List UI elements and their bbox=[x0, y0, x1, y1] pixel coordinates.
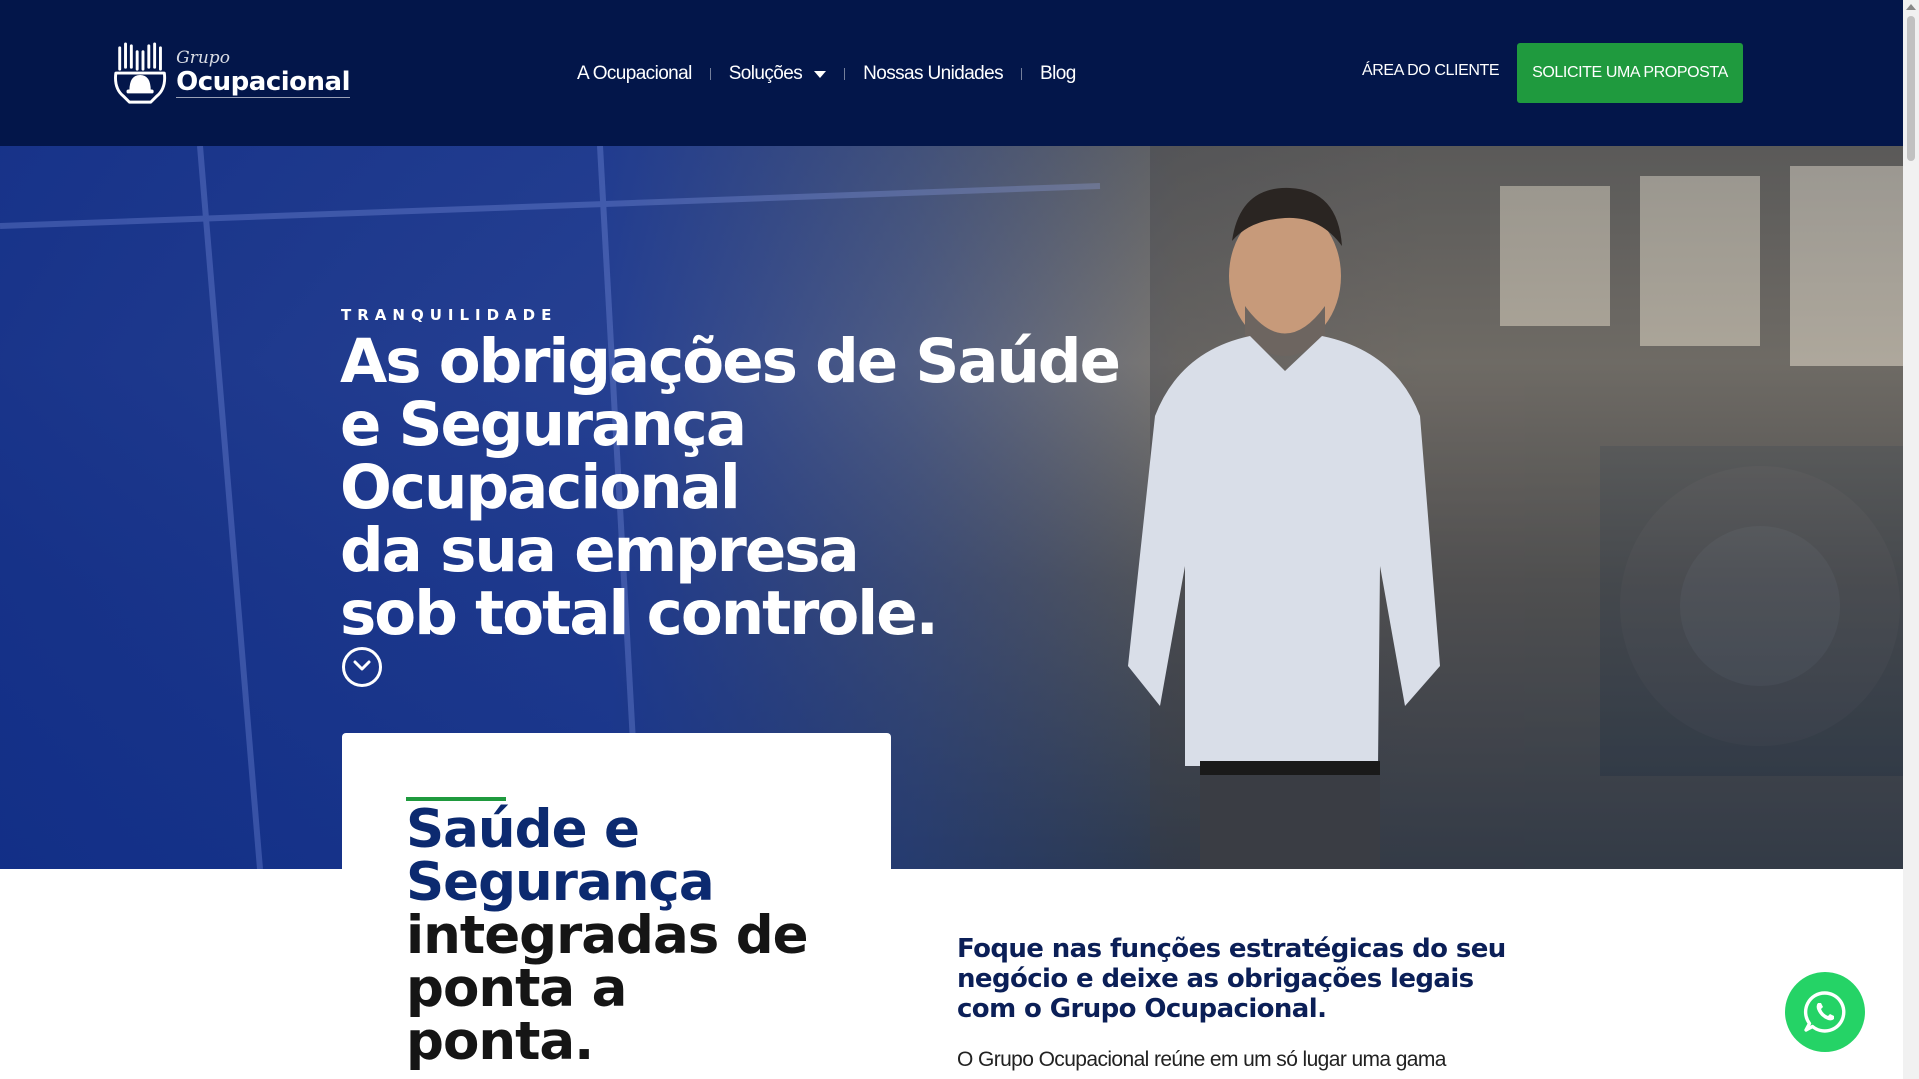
nav-item-label: Soluções bbox=[728, 63, 803, 84]
nav-divider bbox=[1021, 68, 1023, 80]
nav-item-a-ocupacional[interactable]: A Ocupacional bbox=[577, 63, 692, 85]
hero-section: TRANQUILIDADE As obrigações de Saúde e S… bbox=[0, 146, 1903, 869]
hero-title-line: e Segurança Ocupacional bbox=[340, 389, 747, 523]
nav-item-blog[interactable]: Blog bbox=[1040, 63, 1076, 85]
hero-title-line: As obrigações de Saúde bbox=[340, 326, 1121, 397]
page-scrollbar[interactable] bbox=[1903, 0, 1919, 1079]
scrollbar-thumb[interactable] bbox=[1907, 16, 1915, 161]
nav-item-solucoes[interactable]: Soluções bbox=[728, 63, 827, 85]
caret-down-icon bbox=[814, 70, 827, 78]
card-title-accent: Saúde e Segurança bbox=[406, 799, 715, 913]
scroll-down-button[interactable] bbox=[342, 647, 382, 687]
intro-body: O Grupo Ocupacional reúne em um só lugar… bbox=[957, 1048, 1446, 1071]
logo-big-text: Ocupacional bbox=[176, 67, 350, 98]
whatsapp-button[interactable] bbox=[1785, 972, 1865, 1052]
hero-title: As obrigações de Saúde e Segurança Ocupa… bbox=[340, 326, 1121, 649]
nav-divider bbox=[709, 68, 711, 80]
nav-item-nossas-unidades[interactable]: Nossas Unidades bbox=[863, 63, 1004, 85]
whatsapp-icon bbox=[1803, 991, 1846, 1033]
logo[interactable]: Grupo Ocupacional bbox=[110, 38, 350, 110]
intro-card-title: Saúde e Segurança integradas de ponta a … bbox=[406, 803, 826, 1068]
intro-card: Saúde e Segurança integradas de ponta a … bbox=[342, 733, 891, 1079]
hands-helmet-logo-icon bbox=[114, 42, 167, 104]
hero-title-line: da sua empresa bbox=[340, 515, 860, 586]
request-proposal-button[interactable]: SOLICITE UMA PROPOSTA bbox=[1517, 43, 1743, 103]
hero-kicker: TRANQUILIDADE bbox=[341, 306, 558, 324]
card-title-rest: integradas de ponta a ponta. bbox=[406, 905, 809, 1072]
scroll-up-arrow-icon[interactable] bbox=[1906, 4, 1916, 10]
hero-title-line: sob total controle. bbox=[340, 578, 939, 649]
nav-divider bbox=[844, 68, 846, 80]
main-nav: A Ocupacional Soluções Nossas Unidades B… bbox=[577, 60, 1076, 88]
client-area-link[interactable]: ÁREA DO CLIENTE bbox=[1362, 62, 1500, 80]
site-header: Grupo Ocupacional A Ocupacional Soluções… bbox=[0, 0, 1903, 146]
logo-small-text: Grupo bbox=[176, 48, 230, 68]
chevron-down-circle-icon bbox=[353, 660, 371, 671]
intro-lead: Foque nas funções estratégicas do seu ne… bbox=[957, 934, 1506, 1024]
